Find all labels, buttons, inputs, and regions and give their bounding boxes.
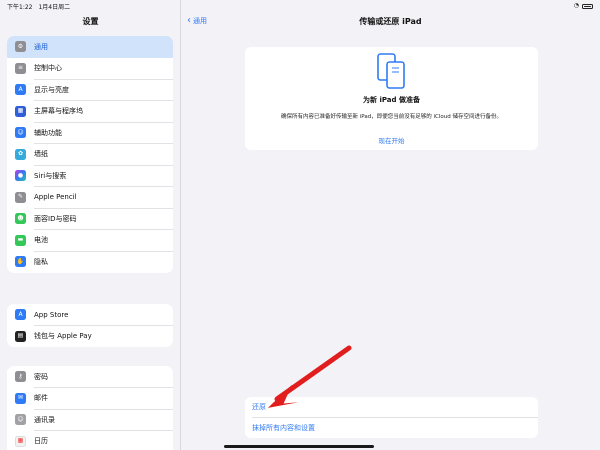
sidebar-item-battery[interactable]: ▬ 电池 <box>7 230 173 251</box>
sidebar-item-label: 主屏幕与程序坞 <box>34 107 83 116</box>
sidebar-item-label: 面容ID与密码 <box>34 214 77 223</box>
sidebar-item-calendar[interactable]: ▦ 日历 <box>7 431 173 450</box>
status-time: 下午1:22 <box>7 3 33 11</box>
sidebar-item-wallet[interactable]: ▤ 钱包与 Apple Pay <box>7 326 173 348</box>
sidebar-item-app-store[interactable]: A App Store <box>7 304 173 326</box>
sidebar-item-apple-pencil[interactable]: ✎ Apple Pencil <box>7 187 173 208</box>
sidebar-item-label: Apple Pencil <box>34 193 77 202</box>
key-icon: ⚷ <box>15 371 26 383</box>
sidebar: 设置 ⚙ 通用 ≡ 控制中心 A 显示与亮度 ▦ 主屏幕与程序坞 ☺ 辅助功能 … <box>0 0 181 450</box>
sidebar-item-label: 邮件 <box>34 394 48 403</box>
wifi-icon: ◔ <box>573 2 579 9</box>
sidebar-group-2: A App Store ▤ 钱包与 Apple Pay <box>7 304 173 347</box>
sidebar-item-label: 墙纸 <box>34 150 48 159</box>
hand-icon: ✋ <box>15 256 26 268</box>
battery-status-icon <box>582 3 593 9</box>
sidebar-item-label: 辅助功能 <box>34 128 62 137</box>
app-store-icon: A <box>15 309 26 321</box>
sidebar-item-privacy[interactable]: ✋ 隐私 <box>7 251 173 273</box>
pencil-icon: ✎ <box>15 191 26 203</box>
sidebar-item-label: Siri与搜索 <box>34 171 67 180</box>
contacts-icon: ☺ <box>15 414 26 426</box>
sidebar-item-passwords[interactable]: ⚷ 密码 <box>7 366 173 388</box>
mail-icon: ✉ <box>15 392 26 404</box>
sidebar-item-general[interactable]: ⚙ 通用 <box>7 36 173 58</box>
sidebar-item-label: App Store <box>34 310 69 319</box>
face-id-icon: ☻ <box>15 213 26 225</box>
sidebar-item-display[interactable]: A 显示与亮度 <box>7 79 173 101</box>
status-bar: 下午1:22 1月4日周二 ◔ <box>0 0 600 12</box>
home-indicator[interactable] <box>224 445 374 448</box>
sidebar-item-label: 显示与亮度 <box>34 85 69 94</box>
sidebar-item-face-id[interactable]: ☻ 面容ID与密码 <box>7 208 173 230</box>
sidebar-item-label: 控制中心 <box>34 64 62 73</box>
sidebar-item-siri[interactable]: ● Siri与搜索 <box>7 165 173 187</box>
grid-icon: ▦ <box>15 105 26 117</box>
sidebar-item-label: 钱包与 Apple Pay <box>34 332 92 341</box>
sidebar-title: 设置 <box>82 17 99 26</box>
main-panel: 传输或还原 iPad ‹ 通用 为新 iPad 做准备 确保所有内容已准备好传输… <box>181 0 600 450</box>
battery-icon: ▬ <box>15 234 26 246</box>
flower-icon: ✿ <box>15 148 26 160</box>
sidebar-item-control-center[interactable]: ≡ 控制中心 <box>7 58 173 79</box>
sidebar-item-label: 日历 <box>34 437 48 446</box>
sidebar-item-home-screen[interactable]: ▦ 主屏幕与程序坞 <box>7 101 173 122</box>
sidebar-item-mail[interactable]: ✉ 邮件 <box>7 388 173 409</box>
sidebar-item-label: 隐私 <box>34 257 48 266</box>
sidebar-item-accessibility[interactable]: ☺ 辅助功能 <box>7 122 173 144</box>
sidebar-item-wallpaper[interactable]: ✿ 墙纸 <box>7 144 173 165</box>
status-date: 1月4日周二 <box>38 3 71 11</box>
sidebar-item-label: 通用 <box>34 42 48 51</box>
sidebar-item-label: 通讯录 <box>34 415 55 424</box>
wallet-icon: ▤ <box>15 330 26 342</box>
red-arrow-annotation <box>267 345 352 408</box>
toggles-icon: ≡ <box>15 62 26 74</box>
sidebar-item-label: 密码 <box>34 372 48 381</box>
siri-icon: ● <box>15 170 26 182</box>
sidebar-item-contacts[interactable]: ☺ 通讯录 <box>7 409 173 431</box>
sidebar-group-3: ⚷ 密码 ✉ 邮件 ☺ 通讯录 ▦ 日历 <box>7 366 173 450</box>
accessibility-icon: ☺ <box>15 127 26 139</box>
gear-icon: ⚙ <box>15 41 26 53</box>
sidebar-group-1: ⚙ 通用 ≡ 控制中心 A 显示与亮度 ▦ 主屏幕与程序坞 ☺ 辅助功能 ✿ 墙… <box>7 36 173 273</box>
text-size-icon: A <box>15 84 26 96</box>
calendar-icon: ▦ <box>15 435 26 447</box>
sidebar-item-label: 电池 <box>34 236 48 245</box>
